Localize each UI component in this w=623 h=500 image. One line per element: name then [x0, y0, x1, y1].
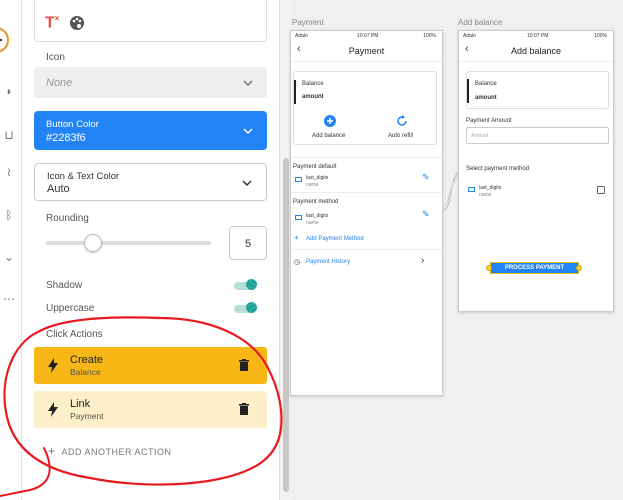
payment-amount-label: Payment Amount: [466, 118, 512, 124]
card-name: name: [479, 192, 492, 198]
button-color-value: #2283f6: [46, 132, 86, 144]
clock-icon: ◷: [294, 259, 301, 266]
nav-bar: ‹ Payment: [291, 40, 442, 62]
lightning-icon: [48, 402, 58, 417]
icon-text-color-value: Auto: [47, 183, 70, 195]
payment-history-link[interactable]: Payment History: [306, 259, 350, 265]
balance-value: amount: [475, 95, 497, 101]
add-circle-icon[interactable]: [324, 115, 336, 127]
edit-icon[interactable]: ✎: [422, 209, 430, 220]
balance-card: Balance amount: [466, 71, 609, 109]
add-balance-label[interactable]: Add balance: [312, 133, 345, 139]
uppercase-toggle[interactable]: [234, 302, 257, 313]
battery: 100%: [423, 33, 436, 39]
left-toolbar: ◗ ⊔ ≀ ᛒ ⌄ ⋯: [0, 0, 22, 500]
icon-select[interactable]: None: [34, 67, 267, 98]
action-subtitle: Payment: [70, 411, 104, 421]
chevron-right-icon[interactable]: ›: [421, 255, 424, 266]
resize-handle-left[interactable]: [486, 265, 492, 271]
trash-icon[interactable]: [239, 403, 249, 415]
auto-refill-label[interactable]: Auto refill: [388, 133, 413, 139]
action-subtitle: Balance: [70, 367, 101, 377]
card-name: name: [306, 182, 319, 188]
panel-scrollbar-thumb[interactable]: [283, 158, 289, 492]
carrier: Adalo: [463, 33, 476, 39]
icon-label: Icon: [46, 52, 65, 63]
balance-value: amount: [302, 94, 324, 100]
icon-text-color-select[interactable]: Icon & Text Color Auto: [34, 163, 267, 201]
amount-input[interactable]: Amount: [466, 127, 609, 144]
resize-handle-right[interactable]: [576, 265, 582, 271]
action-card-link[interactable]: Link Payment: [34, 391, 267, 428]
add-balance-screen-label[interactable]: Add balance: [458, 18, 502, 27]
add-another-action-button[interactable]: + ADD ANOTHER ACTION: [48, 444, 172, 458]
chevron-down-icon: [242, 180, 252, 187]
text-tools-box: T×: [34, 0, 267, 42]
icon-text-color-label: Icon & Text Color: [47, 171, 120, 182]
icon-select-value: None: [46, 77, 73, 89]
balance-label: Balance: [475, 81, 497, 87]
card-digits: last_digits: [306, 213, 329, 219]
edit-icon[interactable]: ✎: [422, 172, 430, 183]
process-payment-button[interactable]: PROCESS PAYMENT: [490, 262, 579, 274]
uppercase-label: Uppercase: [46, 303, 95, 314]
amount-placeholder: Amount: [471, 133, 489, 139]
card-digits: last_digits: [306, 175, 329, 181]
chevron-down-icon: [243, 128, 253, 135]
shadow-toggle[interactable]: [234, 279, 257, 290]
card-icon: [295, 215, 302, 220]
button-color-select[interactable]: Button Color #2283f6: [34, 111, 267, 150]
payment-default-label: Payment default: [293, 164, 337, 170]
card-icon: [295, 177, 302, 182]
rounding-slider-track[interactable]: [46, 241, 211, 245]
lightning-icon: [48, 358, 58, 373]
payment-method-label: Payment method: [293, 199, 339, 205]
button-color-label: Button Color: [46, 119, 99, 130]
database-icon[interactable]: ⊔: [2, 128, 16, 142]
payment-screen-label[interactable]: Payment: [292, 18, 324, 27]
status-bar: Adalo 10:07 PM 100%: [291, 31, 442, 40]
action-card-create[interactable]: Create Balance: [34, 347, 267, 384]
balance-label: Balance: [302, 81, 324, 87]
time: 10:07 PM: [357, 33, 379, 39]
add-payment-method-link[interactable]: Add Payment Method: [306, 236, 364, 242]
balance-card: Balance amount Add balance Auto refill: [293, 71, 437, 145]
rounding-input[interactable]: 5: [229, 226, 267, 260]
carrier: Adalo: [295, 33, 308, 39]
publish-icon[interactable]: ⋯: [2, 292, 16, 306]
nav-bar: ‹ Add balance: [459, 40, 613, 62]
chevron-down-icon: [243, 80, 253, 87]
settings-icon[interactable]: ≀: [2, 165, 16, 179]
trash-icon[interactable]: [239, 359, 249, 371]
refresh-icon[interactable]: [396, 115, 408, 127]
card-name: name: [306, 220, 319, 226]
layers-icon[interactable]: ◗: [2, 84, 16, 98]
select-method-label: Select payment method: [466, 166, 530, 172]
card-digits: last_digits: [479, 185, 502, 191]
plus-icon: +: [48, 444, 56, 458]
rounding-slider-handle[interactable]: [84, 234, 102, 252]
method-checkbox[interactable]: [597, 186, 605, 194]
add-icon[interactable]: [0, 26, 14, 54]
add-action-label: ADD ANOTHER ACTION: [61, 447, 172, 457]
payment-screen[interactable]: Adalo 10:07 PM 100% ‹ Payment Balance am…: [290, 30, 443, 396]
action-title: Create: [70, 354, 104, 366]
branch-icon[interactable]: ᛒ: [2, 208, 16, 222]
chart-icon[interactable]: ⌄: [2, 250, 16, 264]
time: 10:07 PM: [527, 33, 549, 39]
action-title: Link: [70, 398, 91, 410]
card-icon: [468, 187, 475, 192]
plus-icon: +: [294, 233, 299, 242]
screen-title: Add balance: [510, 46, 562, 56]
screen-title: Payment: [348, 46, 385, 56]
status-bar: Adalo 10:07 PM 100%: [459, 31, 613, 40]
rounding-label: Rounding: [46, 213, 89, 224]
shadow-label: Shadow: [46, 280, 83, 291]
palette-icon[interactable]: [69, 15, 85, 31]
text-format-icon[interactable]: T×: [45, 14, 59, 32]
battery: 100%: [594, 33, 607, 39]
click-actions-label: Click Actions: [46, 329, 103, 340]
